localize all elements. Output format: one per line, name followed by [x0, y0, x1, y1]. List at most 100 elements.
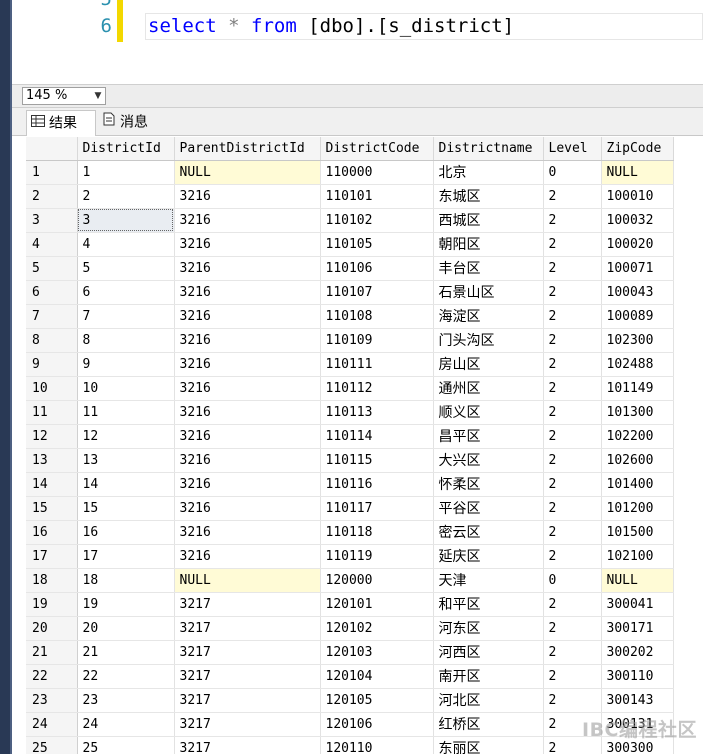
table-cell[interactable]: 河北区 — [433, 688, 544, 713]
table-cell[interactable]: 0 — [543, 568, 602, 593]
table-cell[interactable]: 120000 — [320, 568, 434, 593]
table-cell[interactable]: 11 — [77, 400, 175, 425]
table-cell[interactable]: NULL — [174, 568, 321, 593]
table-cell[interactable]: 100089 — [601, 304, 674, 329]
table-cell[interactable]: 110101 — [320, 184, 434, 209]
table-row[interactable]: 13 13 3216 110115 大兴区 2 102600 — [26, 448, 703, 473]
tab-messages[interactable]: 消息 — [96, 110, 166, 135]
table-cell[interactable]: 102300 — [601, 328, 674, 353]
corner-header[interactable] — [26, 137, 78, 161]
table-cell[interactable]: 2 — [543, 520, 602, 545]
table-cell[interactable]: 7 — [77, 304, 175, 329]
table-cell[interactable]: 102100 — [601, 544, 674, 569]
table-cell[interactable]: 3216 — [174, 496, 321, 521]
table-cell[interactable]: 3216 — [174, 352, 321, 377]
table-cell[interactable]: 101500 — [601, 520, 674, 545]
table-cell[interactable]: 3216 — [174, 208, 321, 233]
row-number[interactable]: 1 — [26, 160, 78, 185]
table-cell[interactable]: 2 — [543, 328, 602, 353]
table-cell[interactable]: 110102 — [320, 208, 434, 233]
table-cell[interactable]: 110117 — [320, 496, 434, 521]
row-number[interactable]: 2 — [26, 184, 78, 209]
row-number[interactable]: 8 — [26, 328, 78, 353]
table-cell[interactable]: 3216 — [174, 424, 321, 449]
table-cell[interactable]: 大兴区 — [433, 448, 544, 473]
table-cell[interactable]: 红桥区 — [433, 712, 544, 737]
table-row[interactable]: 3 3 3216 110102 西城区 2 100032 — [26, 208, 703, 233]
table-cell[interactable]: 2 — [543, 472, 602, 497]
table-cell[interactable]: 3216 — [174, 256, 321, 281]
table-cell[interactable]: 2 — [543, 232, 602, 257]
table-cell[interactable]: 河西区 — [433, 640, 544, 665]
row-number[interactable]: 22 — [26, 664, 78, 689]
table-cell[interactable]: 怀柔区 — [433, 472, 544, 497]
column-header-parentdistrictid[interactable]: ParentDistrictId — [174, 137, 321, 161]
table-row[interactable]: 21 21 3217 120103 河西区 2 300202 — [26, 640, 703, 665]
table-cell[interactable]: 4 — [77, 232, 175, 257]
table-cell[interactable]: 21 — [77, 640, 175, 665]
table-cell[interactable]: 9 — [77, 352, 175, 377]
table-cell[interactable]: 3216 — [174, 280, 321, 305]
row-number[interactable]: 13 — [26, 448, 78, 473]
table-row[interactable]: 11 11 3216 110113 顺义区 2 101300 — [26, 400, 703, 425]
table-cell[interactable]: 1 — [77, 160, 175, 185]
table-row[interactable]: 6 6 3216 110107 石景山区 2 100043 — [26, 280, 703, 305]
row-number[interactable]: 4 — [26, 232, 78, 257]
table-cell[interactable]: 120104 — [320, 664, 434, 689]
column-header-districtid[interactable]: DistrictId — [77, 137, 175, 161]
table-cell[interactable]: 300041 — [601, 592, 674, 617]
table-cell[interactable]: 天津 — [433, 568, 544, 593]
table-cell[interactable]: 3217 — [174, 592, 321, 617]
table-row[interactable]: 23 23 3217 120105 河北区 2 300143 — [26, 688, 703, 713]
table-cell[interactable]: 2 — [543, 640, 602, 665]
table-cell[interactable]: 3216 — [174, 520, 321, 545]
tab-results[interactable]: 结果 — [26, 110, 96, 136]
table-cell[interactable]: 101149 — [601, 376, 674, 401]
table-cell[interactable]: 300171 — [601, 616, 674, 641]
table-cell[interactable]: 河东区 — [433, 616, 544, 641]
table-cell[interactable]: 3216 — [174, 472, 321, 497]
query-editor[interactable]: 5 6 select * from [dbo].[s_district] — [12, 0, 703, 84]
table-row[interactable]: 8 8 3216 110109 门头沟区 2 102300 — [26, 328, 703, 353]
table-cell[interactable]: 102200 — [601, 424, 674, 449]
table-cell[interactable]: 100010 — [601, 184, 674, 209]
table-cell[interactable]: 3217 — [174, 688, 321, 713]
table-cell[interactable]: 24 — [77, 712, 175, 737]
table-cell[interactable]: 2 — [543, 304, 602, 329]
row-number[interactable]: 25 — [26, 736, 78, 754]
table-cell[interactable]: 3216 — [174, 184, 321, 209]
column-header-zipcode[interactable]: ZipCode — [601, 137, 674, 161]
table-cell[interactable]: 20 — [77, 616, 175, 641]
table-cell[interactable]: 3216 — [174, 328, 321, 353]
table-cell[interactable]: 海淀区 — [433, 304, 544, 329]
table-cell[interactable]: 300143 — [601, 688, 674, 713]
table-cell[interactable]: 14 — [77, 472, 175, 497]
table-cell[interactable]: 通州区 — [433, 376, 544, 401]
table-cell[interactable]: 10 — [77, 376, 175, 401]
table-cell[interactable]: 延庆区 — [433, 544, 544, 569]
table-cell[interactable]: 2 — [77, 184, 175, 209]
row-number[interactable]: 7 — [26, 304, 78, 329]
table-cell[interactable]: 西城区 — [433, 208, 544, 233]
table-row[interactable]: 4 4 3216 110105 朝阳区 2 100020 — [26, 232, 703, 257]
column-header-districtname[interactable]: Districtname — [433, 137, 544, 161]
row-number[interactable]: 23 — [26, 688, 78, 713]
table-cell[interactable]: 3216 — [174, 400, 321, 425]
table-cell[interactable]: 8 — [77, 328, 175, 353]
table-cell[interactable]: 2 — [543, 400, 602, 425]
table-cell[interactable]: 5 — [77, 256, 175, 281]
table-cell[interactable]: 2 — [543, 280, 602, 305]
table-cell[interactable]: 102488 — [601, 352, 674, 377]
table-cell[interactable]: 南开区 — [433, 664, 544, 689]
table-cell[interactable]: 110106 — [320, 256, 434, 281]
table-row[interactable]: 5 5 3216 110106 丰台区 2 100071 — [26, 256, 703, 281]
table-cell[interactable]: 3216 — [174, 304, 321, 329]
table-row[interactable]: 22 22 3217 120104 南开区 2 300110 — [26, 664, 703, 689]
table-cell[interactable]: 13 — [77, 448, 175, 473]
zoom-dropdown[interactable]: 145 % ▼ — [22, 87, 106, 105]
table-row[interactable]: 7 7 3216 110108 海淀区 2 100089 — [26, 304, 703, 329]
table-cell[interactable]: 3216 — [174, 544, 321, 569]
table-cell[interactable]: 昌平区 — [433, 424, 544, 449]
row-number[interactable]: 6 — [26, 280, 78, 305]
table-cell[interactable]: NULL — [601, 160, 674, 185]
